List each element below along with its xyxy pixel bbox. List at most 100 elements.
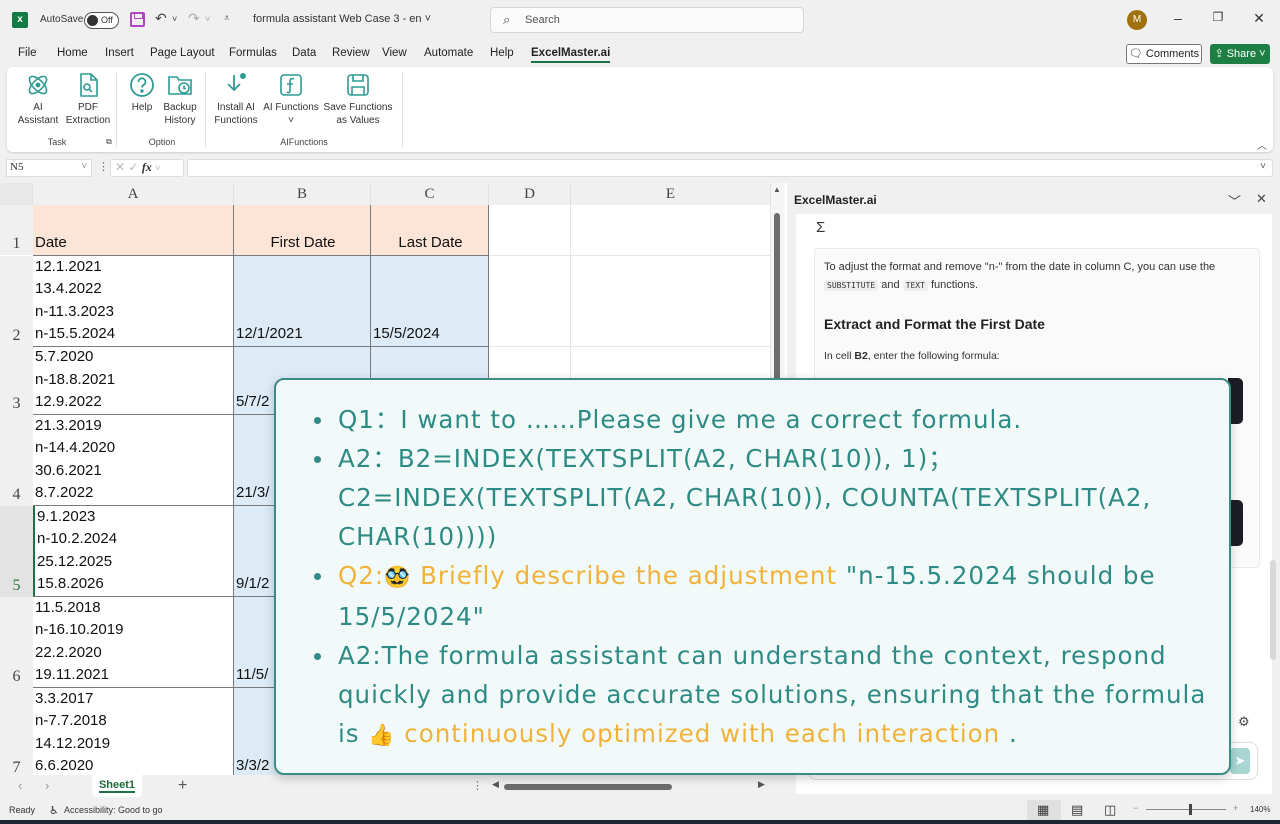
column-header-c[interactable]: C [371, 183, 489, 205]
undo-dropdown-icon[interactable]: ˅ [172, 14, 177, 24]
help-button[interactable]: Help [125, 72, 159, 114]
menu-automate[interactable]: Automate [424, 47, 473, 59]
install-ai-functions-button[interactable]: Install AI Functions [211, 72, 261, 127]
cell-d2[interactable] [489, 256, 571, 347]
cell-a1[interactable]: Date [33, 205, 234, 256]
enter-icon[interactable]: ✓ [128, 160, 138, 174]
menu-insert[interactable]: Insert [105, 47, 134, 59]
row-header[interactable]: 7 [0, 688, 33, 775]
select-all-corner[interactable] [0, 183, 33, 205]
zoom-slider[interactable] [1146, 809, 1226, 810]
column-header-a[interactable]: A [33, 183, 234, 205]
row-header[interactable]: 2 [0, 256, 33, 347]
dialog-launcher-icon[interactable]: ⧉ [106, 137, 112, 147]
menu-excelmaster[interactable]: ExcelMaster.ai [531, 47, 611, 63]
cell-e1[interactable] [571, 205, 771, 256]
status-ready: Ready [9, 805, 36, 815]
undo-icon[interactable]: ↶ [155, 10, 167, 27]
menu-home[interactable]: Home [57, 47, 88, 59]
cell-line: 6.6.2020 [35, 757, 94, 775]
save-functions-as-values-button[interactable]: Save Functions as Values [322, 72, 394, 127]
row-header[interactable]: 6 [0, 597, 33, 688]
cell-a3[interactable]: 5.7.2020 n-18.8.2021 12.9.2022 [33, 347, 234, 415]
cell-b1[interactable]: First Date [234, 205, 371, 256]
cell-d1[interactable] [489, 205, 571, 256]
expand-formula-icon: ˅ [1260, 161, 1266, 172]
ai-functions-dropdown[interactable]: AI Functions ˅ [261, 72, 321, 127]
search-icon: ⌕ [503, 12, 511, 27]
insert-function-button[interactable]: fx [142, 160, 152, 174]
accessibility-status[interactable]: Accessibility: Good to go [64, 805, 163, 815]
zoom-out-icon[interactable]: − [1133, 803, 1138, 813]
send-button[interactable]: ➤ [1230, 748, 1250, 774]
zoom-level[interactable]: 140% [1250, 805, 1270, 814]
comments-button[interactable]: 🗨 Comments [1126, 44, 1202, 64]
user-avatar[interactable]: M [1127, 10, 1147, 30]
share-button[interactable]: ⇪ Share ˅ [1210, 44, 1270, 64]
settings-icon[interactable]: ⚙ [1238, 714, 1250, 730]
document-title[interactable]: formula assistant Web Case 3 - en ˅ [253, 13, 431, 25]
ai-assistant-button[interactable]: AI Assistant [13, 72, 63, 127]
cell-c1[interactable]: Last Date [371, 205, 489, 256]
name-box[interactable]: N5 ˅ [6, 159, 92, 177]
column-header-e[interactable]: E [571, 183, 771, 205]
cell-a4[interactable]: 21.3.2019 n-14.4.2020 30.6.2021 8.7.2022 [33, 415, 234, 506]
row-header[interactable]: 4 [0, 415, 33, 506]
close-icon[interactable]: ✕ [1249, 10, 1269, 27]
menu-help[interactable]: Help [490, 47, 514, 59]
column-header-b[interactable]: B [234, 183, 371, 205]
menu-file[interactable]: File [18, 47, 37, 59]
pdf-extraction-button[interactable]: PDF Extraction [63, 72, 113, 127]
redo-dropdown-icon[interactable]: ˅ [205, 14, 210, 24]
normal-view-icon[interactable]: ▦ [1037, 802, 1049, 818]
cell-line: 9.1.2023 [37, 507, 96, 525]
row-header[interactable]: 3 [0, 347, 33, 415]
callout-a2: A2:The formula assistant can understand … [314, 636, 1209, 755]
search-input[interactable]: ⌕ Search [490, 7, 804, 33]
prev-sheet-icon[interactable]: ‹ [18, 778, 22, 793]
backup-history-button[interactable]: Backup History [161, 72, 199, 127]
page-layout-view-icon[interactable]: ▤ [1071, 802, 1083, 818]
column-header-d[interactable]: D [489, 183, 571, 205]
horizontal-scrollbar[interactable]: ◀ ▶ [490, 779, 770, 792]
cell-line: n-10.2.2024 [37, 530, 118, 548]
scrollbar-thumb[interactable] [504, 784, 672, 790]
cell-a2[interactable]: 12.1.2021 13.4.2022 n-11.3.2023 n-15.5.2024 [33, 256, 234, 347]
scroll-right-icon: ▶ [758, 779, 765, 789]
next-sheet-icon[interactable]: › [45, 778, 49, 793]
close-panel-icon[interactable]: ✕ [1256, 191, 1267, 207]
autosave-toggle[interactable]: Off [84, 12, 119, 29]
more-icon[interactable]: ⋮ [98, 160, 109, 173]
menu-page-layout[interactable]: Page Layout [150, 47, 215, 59]
row-header[interactable]: 1 [0, 205, 33, 255]
restore-icon[interactable]: ❐ [1208, 10, 1228, 24]
menu-formulas[interactable]: Formulas [229, 47, 277, 59]
more-icon[interactable]: ⋮ [472, 779, 483, 792]
customize-toolbar-icon[interactable]: ⩡ [224, 13, 230, 24]
chevron-down-icon[interactable]: ﹀ [1228, 191, 1241, 210]
cell-a6[interactable]: 11.5.2018 n-16.10.2019 22.2.2020 19.11.2021 [33, 597, 234, 688]
menu-data[interactable]: Data [292, 47, 316, 59]
cell-e2[interactable] [571, 256, 771, 347]
redo-icon[interactable]: ↷ [188, 10, 200, 27]
cell-line: 22.2.2020 [35, 643, 102, 661]
cell-a7[interactable]: 3.3.2017 n-7.7.2018 14.12.2019 6.6.2020 [33, 688, 234, 775]
cell-b2[interactable]: 12/1/2021 [234, 256, 371, 347]
sheet-tab-sheet1[interactable]: Sheet1 [92, 775, 142, 797]
zoom-slider-thumb[interactable] [1189, 804, 1192, 815]
formula-input[interactable]: ˅ [187, 159, 1273, 177]
save-icon[interactable] [130, 12, 145, 27]
cell-c2[interactable]: 15/5/2024 [371, 256, 489, 347]
row-header[interactable]: 5 [0, 506, 33, 597]
collapse-ribbon-icon[interactable]: ︿ [1257, 137, 1267, 152]
panel-scrollbar[interactable] [1270, 560, 1276, 660]
menu-review[interactable]: Review [332, 47, 370, 59]
minimize-icon[interactable]: – [1168, 10, 1188, 26]
cancel-icon[interactable]: ✕ [115, 160, 125, 174]
add-sheet-icon[interactable]: + [178, 777, 187, 795]
cell-a5[interactable]: 9.1.2023 n-10.2.2024 25.12.2025 15.8.2026 [33, 506, 234, 597]
zoom-in-icon[interactable]: + [1233, 803, 1238, 813]
page-break-view-icon[interactable]: ◫ [1104, 802, 1116, 818]
menu-view[interactable]: View [382, 47, 407, 59]
document-search-icon [80, 73, 98, 97]
